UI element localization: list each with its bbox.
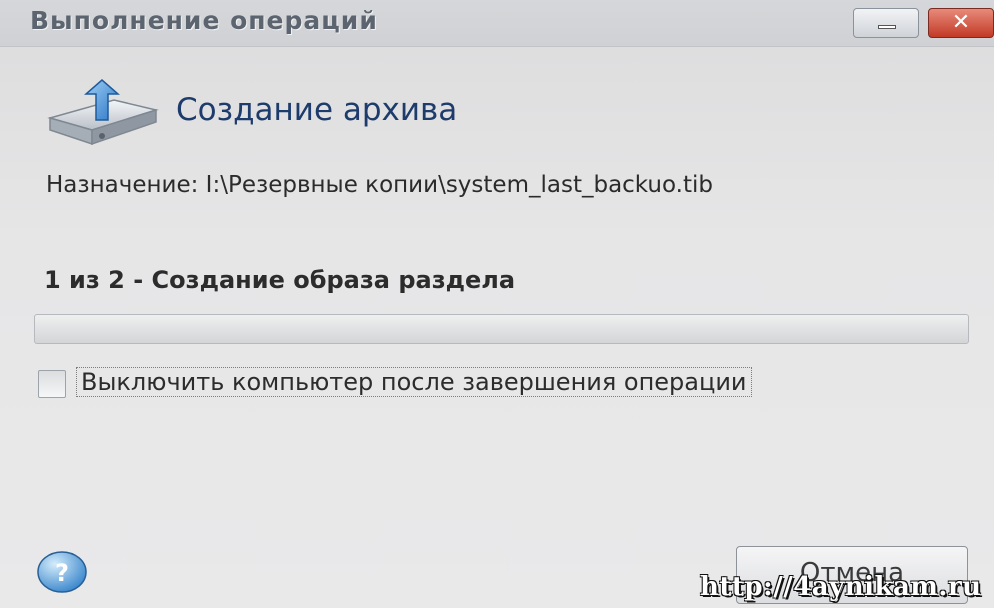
watermark-text: http://4aynikam.ru xyxy=(700,572,982,602)
operation-progress-dialog: Выполнение операций ✕ Создание архива На… xyxy=(0,0,994,608)
destination-path: Назначение: I:\Резервные копии\system_la… xyxy=(46,172,713,198)
close-button[interactable]: ✕ xyxy=(928,8,994,38)
progress-bar xyxy=(34,314,969,344)
operation-title: Создание архива xyxy=(176,92,458,128)
shutdown-checkbox-label[interactable]: Выключить компьютер после завершения опе… xyxy=(76,367,752,397)
progress-step-label: 1 из 2 - Создание образа раздела xyxy=(44,266,516,294)
window-title: Выполнение операций xyxy=(30,6,378,35)
title-bar[interactable]: Выполнение операций ✕ xyxy=(0,0,994,47)
minimize-icon xyxy=(878,25,896,29)
svg-text:?: ? xyxy=(55,559,69,587)
shutdown-checkbox[interactable] xyxy=(38,370,66,398)
minimize-button[interactable] xyxy=(853,8,919,38)
archive-drive-icon xyxy=(47,79,159,146)
help-icon[interactable]: ? xyxy=(36,550,88,594)
